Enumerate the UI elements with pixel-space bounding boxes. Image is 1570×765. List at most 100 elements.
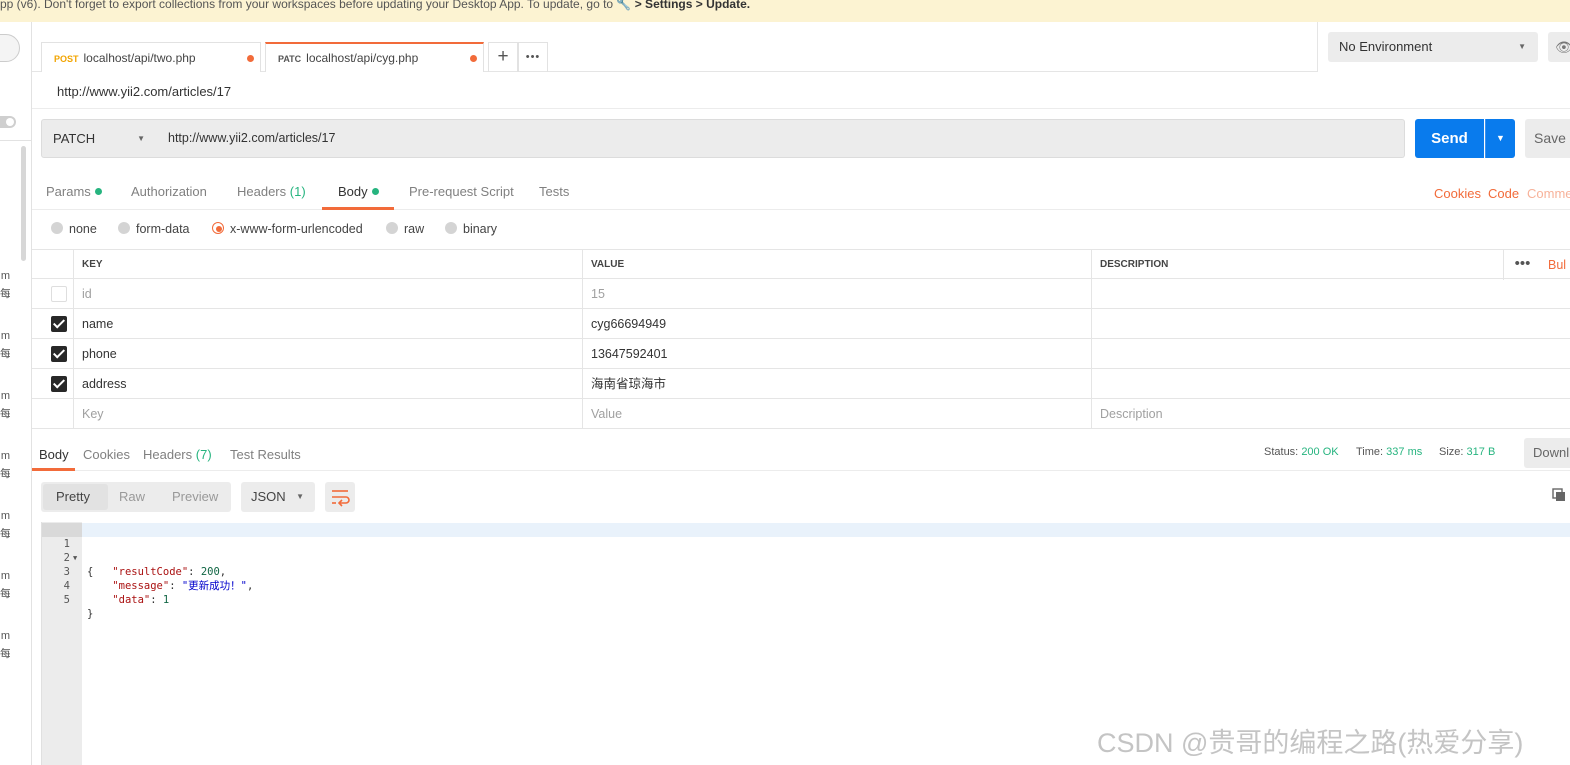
sidebar-item-glyph[interactable]: m <box>0 390 10 403</box>
sidebar-item-glyph[interactable]: m <box>0 570 10 583</box>
response-tab-test-results[interactable]: Test Results <box>230 447 301 462</box>
format-raw-button[interactable]: Raw <box>119 482 145 512</box>
sidebar-item-glyph[interactable]: m <box>0 270 10 283</box>
unsaved-dot-icon <box>247 55 254 62</box>
row-value[interactable]: 15 <box>582 279 1091 309</box>
table-header-check <box>32 250 73 280</box>
active-dot-icon <box>94 188 102 195</box>
request-tabs: Params Authorization Headers (1) Body Pr… <box>32 172 1570 210</box>
environment-area: No Environment ▼ 👁 <box>1317 22 1570 72</box>
row-description[interactable] <box>1091 339 1570 369</box>
response-size: Size: 317 B <box>1439 446 1495 458</box>
sidebar-item-glyph[interactable]: 每 <box>0 348 10 361</box>
body-type-urlencoded[interactable]: x-www-form-urlencoded <box>212 222 363 236</box>
status-label: Status: <box>1264 446 1299 458</box>
url-input[interactable]: http://www.yii2.com/articles/17 <box>157 119 1405 158</box>
response-tab-cookies[interactable]: Cookies <box>83 447 130 462</box>
row-key[interactable]: address <box>73 369 582 399</box>
sidebar-toggle[interactable] <box>0 116 16 128</box>
sidebar-item-glyph[interactable]: m <box>0 510 10 523</box>
row-value[interactable]: 13647592401 <box>582 339 1091 369</box>
sidebar-item-glyph[interactable]: 每 <box>0 648 10 661</box>
row-key[interactable]: name <box>73 309 582 339</box>
row-check-cell <box>32 309 73 339</box>
row-description[interactable] <box>1091 279 1570 309</box>
code-link[interactable]: Code <box>1488 186 1519 201</box>
row-checkbox[interactable] <box>51 286 67 302</box>
active-tab-indicator <box>322 207 394 210</box>
environment-quick-look-button[interactable]: 👁 <box>1548 32 1570 62</box>
sidebar-item-glyph[interactable]: m <box>0 330 10 343</box>
wrap-lines-button[interactable] <box>325 482 355 512</box>
table-row: phone 13647592401 <box>32 339 1570 369</box>
row-checkbox-checked[interactable] <box>51 376 67 392</box>
new-tab-button[interactable]: + <box>488 42 518 72</box>
row-key[interactable]: phone <box>73 339 582 369</box>
request-tab-active[interactable]: PATC localhost/api/cyg.php <box>265 42 484 72</box>
format-pretty-button[interactable]: Pretty <box>56 482 90 512</box>
bulk-edit-link[interactable]: Bul <box>1548 250 1566 280</box>
new-key-input[interactable]: Key <box>73 399 582 429</box>
chevron-down-icon: ▼ <box>137 134 145 143</box>
format-preview-button[interactable]: Preview <box>172 482 218 512</box>
sidebar-item-glyph[interactable]: 每 <box>0 288 10 301</box>
tab-more-button[interactable]: ••• <box>518 42 548 72</box>
sidebar-item-glyph[interactable]: 每 <box>0 588 10 601</box>
response-tab-headers[interactable]: Headers (7) <box>143 447 212 462</box>
copy-icon[interactable] <box>1552 488 1566 502</box>
body-type-binary[interactable]: binary <box>445 222 497 236</box>
column-header-key: KEY <box>73 250 582 280</box>
tab-headers[interactable]: Headers (1) <box>237 184 306 199</box>
table-more-button[interactable]: ••• <box>1503 250 1541 280</box>
row-value[interactable]: 海南省琼海市 <box>582 369 1091 399</box>
sidebar-item-glyph[interactable]: 每 <box>0 408 10 421</box>
send-options-button[interactable]: ▼ <box>1485 119 1515 158</box>
environment-select[interactable]: No Environment ▼ <box>1328 32 1538 62</box>
response-tab-headers-count: (7) <box>195 447 212 462</box>
body-type-label: form-data <box>136 222 190 236</box>
method-select[interactable]: PATCH ▼ <box>41 119 158 158</box>
body-type-label: raw <box>404 222 425 236</box>
row-description[interactable] <box>1091 369 1570 399</box>
table-row-new: Key Value Description <box>32 399 1570 429</box>
sidebar-search-input[interactable] <box>0 34 20 62</box>
json-string: "更新成功！" <box>181 580 248 592</box>
sidebar-scrollbar[interactable] <box>21 146 26 261</box>
row-check-cell <box>32 369 73 399</box>
tab-body-label: Body <box>338 184 368 199</box>
request-tab[interactable]: POST localhost/api/two.php <box>41 42 261 72</box>
row-checkbox-checked[interactable] <box>51 316 67 332</box>
sidebar-item-glyph[interactable]: 每 <box>0 468 10 481</box>
tab-authorization[interactable]: Authorization <box>131 184 207 199</box>
tab-label: localhost/api/cyg.php <box>306 51 419 65</box>
comments-link[interactable]: Comme <box>1527 186 1570 201</box>
code-line: 5 } <box>42 579 94 620</box>
tab-prerequest-script[interactable]: Pre-request Script <box>409 184 514 199</box>
sidebar-item-glyph[interactable]: 每 <box>0 528 10 541</box>
tab-params[interactable]: Params <box>46 184 102 199</box>
save-button[interactable]: Save <box>1525 119 1570 158</box>
cookies-link[interactable]: Cookies <box>1434 186 1481 201</box>
row-key[interactable]: id <box>73 279 582 309</box>
radio-icon <box>51 222 63 234</box>
sidebar-item-glyph[interactable]: m <box>0 450 10 463</box>
eye-icon: 👁 <box>1555 39 1570 55</box>
code-line: 3 "message": "更新成功！", <box>42 551 254 592</box>
body-type-raw[interactable]: raw <box>386 222 424 236</box>
tab-body[interactable]: Body <box>338 184 379 199</box>
send-button[interactable]: Send <box>1415 119 1484 158</box>
code-text: "message": "更新成功！", <box>112 580 254 592</box>
tab-tests[interactable]: Tests <box>539 184 569 199</box>
sidebar-item-glyph[interactable]: m <box>0 630 10 643</box>
new-value-input[interactable]: Value <box>582 399 1091 429</box>
body-type-none[interactable]: none <box>51 222 97 236</box>
row-checkbox-checked[interactable] <box>51 346 67 362</box>
new-description-input[interactable]: Description <box>1091 399 1570 429</box>
fold-arrow-icon[interactable]: ▼ <box>73 551 77 565</box>
response-tab-body[interactable]: Body <box>39 447 69 462</box>
response-language-select[interactable]: JSON ▼ <box>241 482 315 512</box>
row-value[interactable]: cyg66694949 <box>582 309 1091 339</box>
row-description[interactable] <box>1091 309 1570 339</box>
download-button[interactable]: Downl <box>1524 438 1570 468</box>
body-type-form-data[interactable]: form-data <box>118 222 190 236</box>
